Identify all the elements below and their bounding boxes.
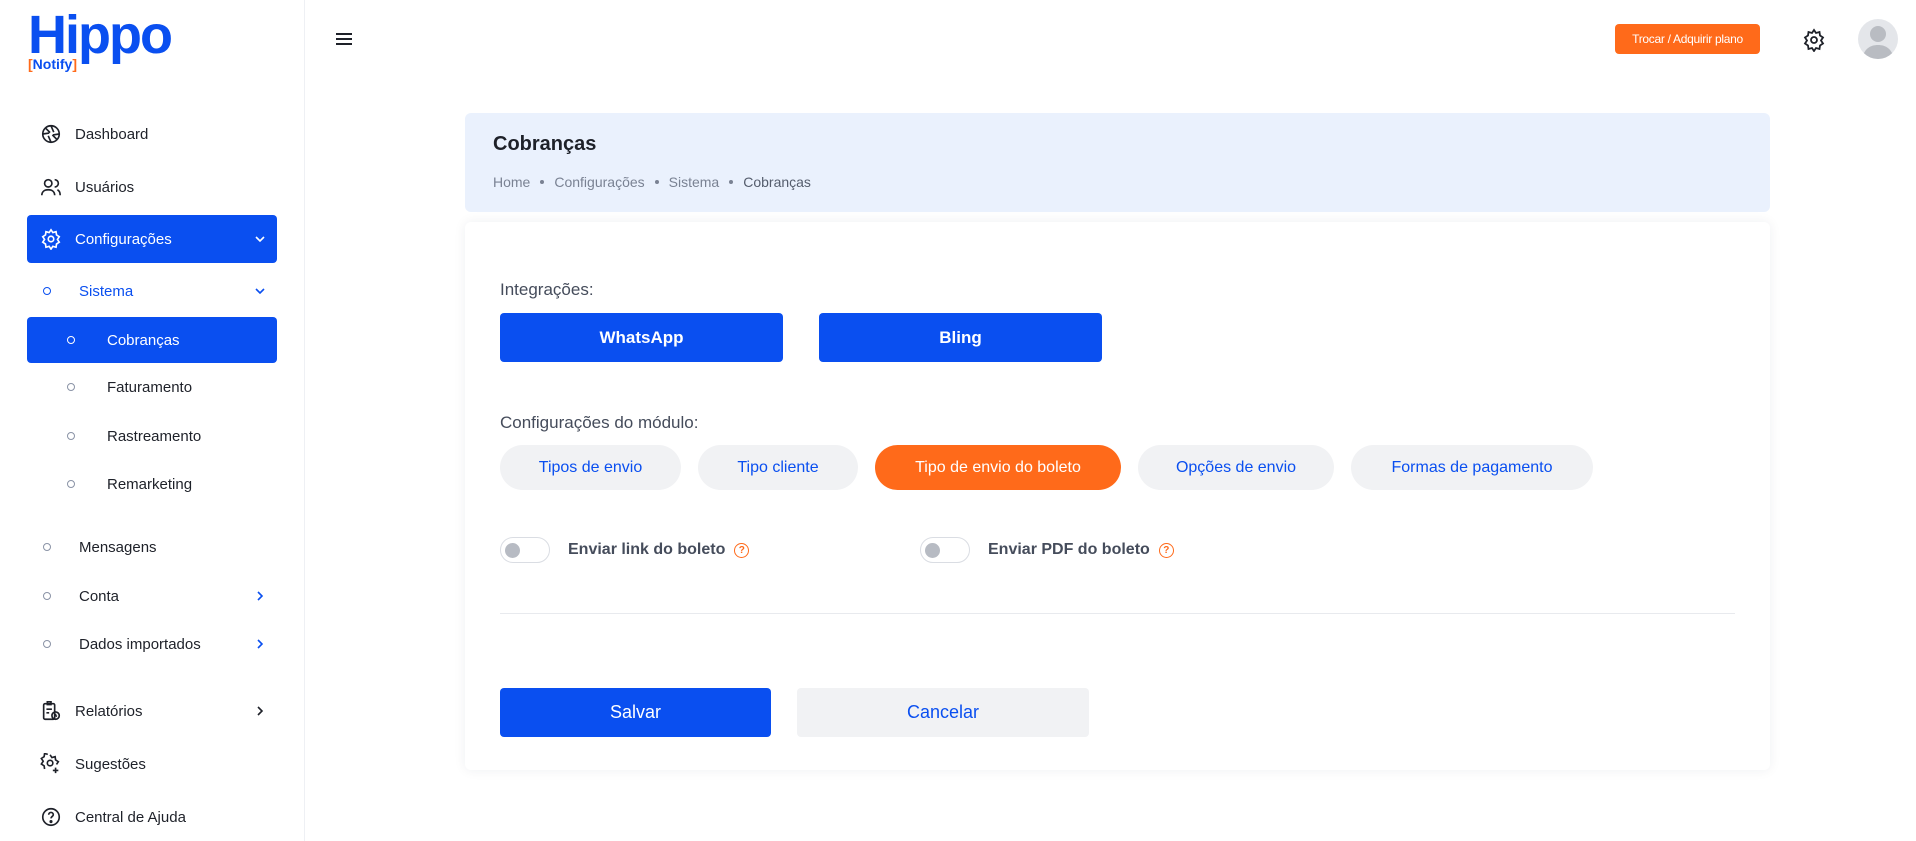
bullet-icon — [43, 640, 51, 648]
sidebar-subitem-label: Dados importados — [79, 635, 201, 653]
sidebar-item-relatorios[interactable]: Relatórios — [27, 687, 277, 735]
chevron-right-icon — [243, 637, 277, 651]
chevron-down-icon — [243, 284, 277, 298]
sidebar-subitem-cobrancas[interactable]: Cobranças — [27, 317, 277, 363]
bullet-icon — [43, 592, 51, 600]
sidebar-item-label: Configurações — [75, 230, 172, 248]
bullet-icon — [67, 480, 75, 488]
sidebar-item-label: Relatórios — [75, 702, 143, 720]
whatsapp-integration-button[interactable]: WhatsApp — [500, 313, 783, 362]
sidebar-item-sugestoes[interactable]: Sugestões — [27, 740, 277, 788]
bullet-icon — [43, 543, 51, 551]
bullet-icon — [43, 287, 51, 295]
dashboard-icon — [27, 123, 75, 145]
sidebar-subitem-sistema[interactable]: Sistema — [27, 268, 277, 314]
help-icon — [27, 806, 75, 828]
sidebar-subitem-label: Rastreamento — [107, 427, 202, 445]
user-avatar[interactable] — [1858, 19, 1898, 59]
chevron-right-icon — [243, 589, 277, 603]
sidebar-subitem-label: Sistema — [79, 282, 134, 300]
sidebar-item-label: Central de Ajuda — [75, 808, 186, 826]
toggle-knob — [505, 543, 520, 558]
sidebar-item-configuracoes[interactable]: Configurações — [27, 215, 277, 263]
tab-tipos-de-envio[interactable]: Tipos de envio — [500, 445, 681, 490]
suggestion-gear-icon — [27, 753, 75, 775]
sidebar-subitem-mensagens[interactable]: Mensagens — [27, 524, 277, 570]
breadcrumb-current: Cobranças — [743, 174, 811, 190]
report-icon — [27, 700, 75, 722]
bullet-icon — [67, 383, 75, 391]
sidebar-item-label: Usuários — [75, 178, 135, 196]
breadcrumb-configuracoes[interactable]: Configurações — [554, 174, 644, 190]
sidebar-subitem-conta[interactable]: Conta — [27, 573, 277, 619]
breadcrumb: Home Configurações Sistema Cobranças — [493, 174, 811, 190]
divider — [500, 613, 1735, 614]
sidebar-item-label: Dashboard — [75, 125, 149, 143]
cancel-button[interactable]: Cancelar — [797, 688, 1089, 737]
help-circle-icon[interactable]: ? — [1158, 542, 1174, 558]
enviar-link-toggle[interactable] — [500, 537, 550, 563]
sidebar-subitem-label: Remarketing — [107, 475, 193, 493]
breadcrumb-sistema[interactable]: Sistema — [669, 174, 720, 190]
sidebar-item-usuarios[interactable]: Usuários — [27, 163, 277, 211]
tab-tipo-de-envio-do-boleto[interactable]: Tipo de envio do boleto — [875, 445, 1121, 490]
help-circle-icon[interactable]: ? — [734, 542, 750, 558]
sidebar-subitem-label: Cobranças — [107, 331, 180, 349]
module-settings-label: Configurações do módulo: — [500, 413, 699, 432]
logo-subtitle: [Notify] — [28, 56, 78, 72]
bullet-icon — [67, 432, 75, 440]
hippo-notify-logo[interactable]: Hippo [Notify] — [28, 6, 208, 76]
breadcrumb-separator — [654, 180, 659, 184]
menu-toggle-icon[interactable] — [333, 28, 355, 50]
sidebar-subitem-dados-importados[interactable]: Dados importados — [27, 621, 277, 667]
tab-opcoes-de-envio[interactable]: Opções de envio — [1138, 445, 1334, 490]
breadcrumb-home[interactable]: Home — [493, 174, 530, 190]
page-title: Cobranças — [493, 133, 597, 155]
save-button[interactable]: Salvar — [500, 688, 771, 737]
toggle-row-pdf-boleto: Enviar PDF do boleto ? — [920, 537, 1174, 563]
settings-gear-icon[interactable] — [1802, 28, 1826, 53]
settings-card: Integrações: WhatsApp Bling Configuraçõe… — [465, 222, 1770, 770]
sidebar-subitem-label: Conta — [79, 587, 120, 605]
sidebar-item-dashboard[interactable]: Dashboard — [27, 110, 277, 158]
toggle-row-link-boleto: Enviar link do boleto ? — [500, 537, 750, 563]
breadcrumb-separator — [729, 180, 734, 184]
sidebar-subitem-remarketing[interactable]: Remarketing — [27, 461, 277, 507]
sidebar-subitem-label: Mensagens — [79, 538, 157, 556]
tab-tipo-cliente[interactable]: Tipo cliente — [698, 445, 858, 490]
toggle-knob — [925, 543, 940, 558]
enviar-pdf-label: Enviar PDF do boleto — [988, 541, 1150, 558]
enviar-link-label: Enviar link do boleto — [568, 541, 726, 558]
tab-formas-de-pagamento[interactable]: Formas de pagamento — [1351, 445, 1593, 490]
users-icon — [27, 176, 75, 198]
sidebar-subitem-label: Faturamento — [107, 378, 193, 396]
change-plan-button[interactable]: Trocar / Adquirir plano — [1615, 24, 1760, 54]
page-header: Cobranças Home Configurações Sistema Cob… — [465, 113, 1770, 212]
sidebar-subitem-rastreamento[interactable]: Rastreamento — [27, 413, 277, 459]
sidebar: Hippo [Notify] Dashboard Usuários Config… — [0, 0, 305, 841]
gear-icon — [27, 228, 75, 250]
chevron-right-icon — [243, 704, 277, 718]
chevron-down-icon — [243, 232, 277, 246]
bullet-icon — [67, 336, 75, 344]
sidebar-item-central-de-ajuda[interactable]: Central de Ajuda — [27, 793, 277, 841]
bling-integration-button[interactable]: Bling — [819, 313, 1102, 362]
breadcrumb-separator — [540, 180, 545, 184]
sidebar-subitem-faturamento[interactable]: Faturamento — [27, 364, 277, 410]
enviar-pdf-toggle[interactable] — [920, 537, 970, 563]
integrations-label: Integrações: — [500, 280, 594, 299]
sidebar-item-label: Sugestões — [75, 755, 146, 773]
